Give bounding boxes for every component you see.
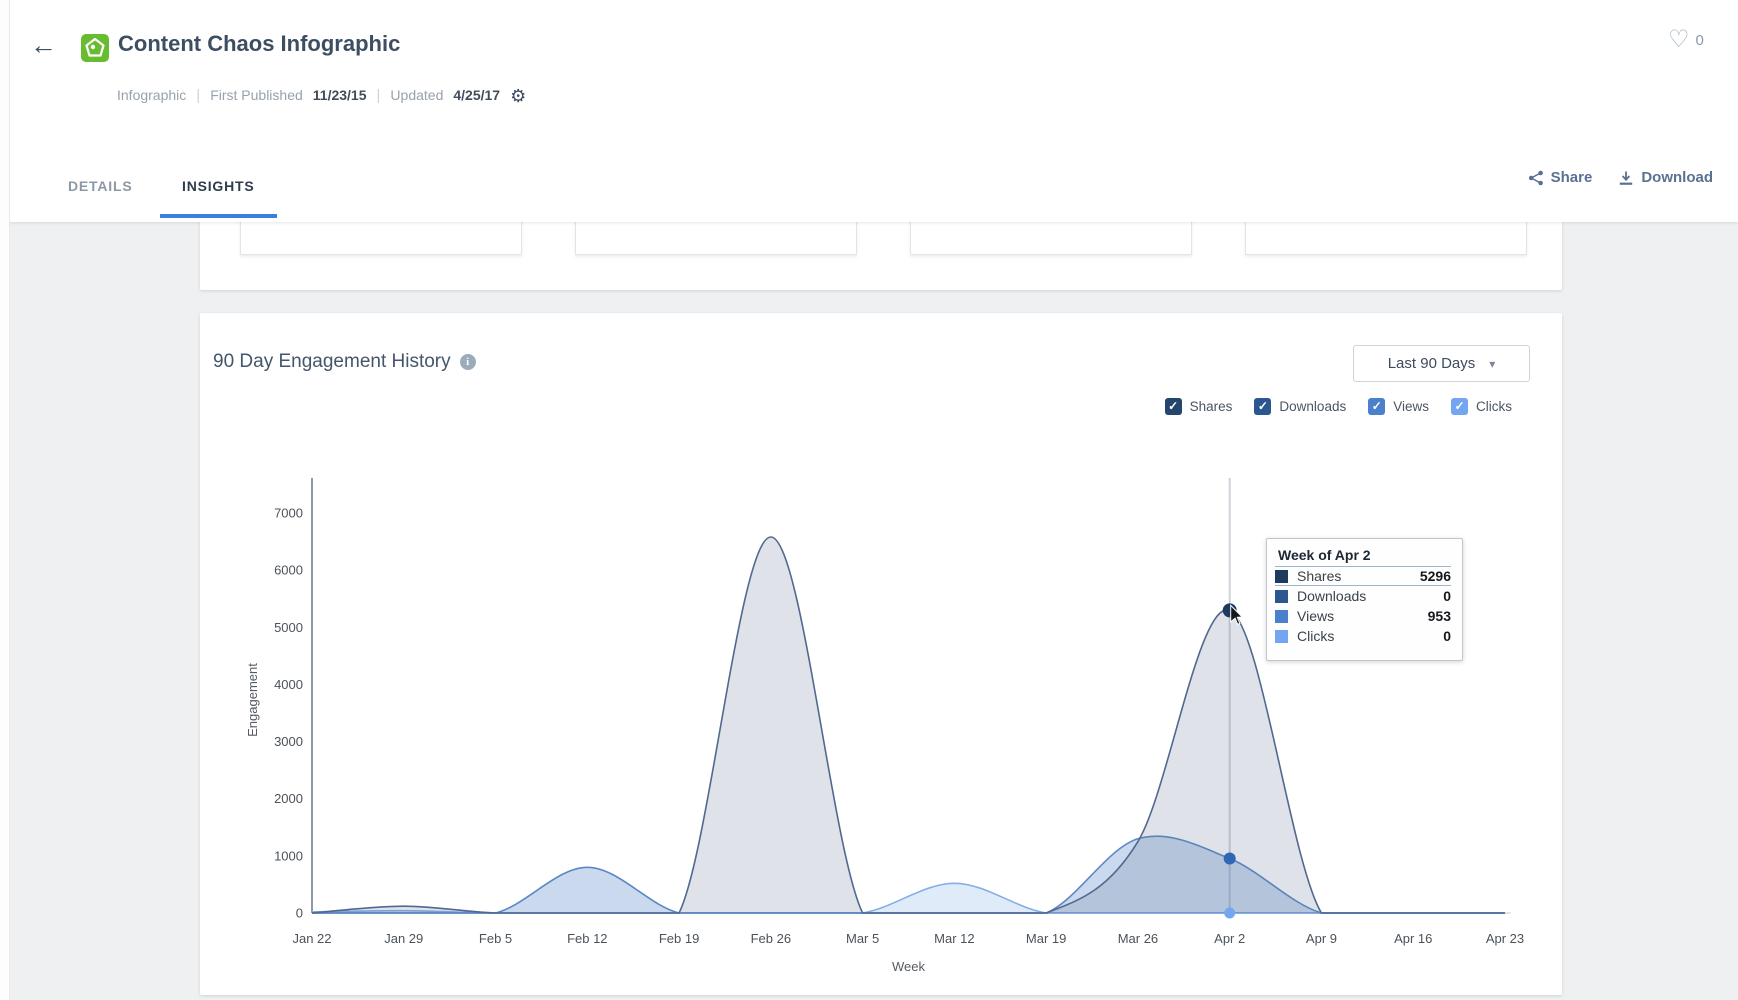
chevron-down-icon: ▾: [1489, 357, 1495, 371]
views-checkbox[interactable]: [1368, 398, 1385, 415]
back-button[interactable]: ←: [30, 30, 57, 61]
settings-gear-icon[interactable]: ⚙: [510, 87, 526, 105]
page-title: Content Chaos Infographic: [118, 31, 400, 57]
tab-insights[interactable]: INSIGHTS: [182, 178, 255, 194]
y-tick-label: 6000: [274, 563, 303, 578]
clicks-label: Clicks: [1476, 399, 1512, 414]
page-header: ← Content Chaos Infographic Infographic …: [0, 0, 1738, 222]
chart-title: 90 Day Engagement History: [213, 351, 451, 373]
y-axis-title: Engagement: [245, 663, 260, 737]
y-tick-label: 3000: [274, 734, 303, 749]
x-tick-label: Jan 22: [292, 931, 331, 946]
tooltip-label: Clicks: [1297, 628, 1434, 644]
y-tick-label: 4000: [274, 677, 303, 692]
tooltip-title: Week of Apr 2: [1278, 547, 1451, 563]
y-tick-label: 5000: [274, 620, 303, 635]
legend-item-downloads[interactable]: Downloads: [1254, 398, 1346, 415]
tooltip-label: Shares: [1297, 568, 1411, 584]
legend-item-shares[interactable]: Shares: [1165, 398, 1233, 415]
active-tab-underline: [160, 214, 277, 218]
x-tick-label: Mar 5: [846, 931, 879, 946]
shares-label: Shares: [1190, 399, 1233, 414]
shares-swatch: [1275, 570, 1288, 583]
y-tick-label: 0: [296, 906, 303, 921]
tooltip-value: 0: [1443, 588, 1451, 604]
download-label: Download: [1641, 169, 1713, 186]
updated-date: 4/25/17: [453, 87, 500, 103]
tooltip-row-clicks: Clicks 0: [1275, 626, 1451, 646]
asset-type-label: Infographic: [117, 87, 186, 103]
x-tick-label: Apr 23: [1486, 931, 1524, 946]
highlight-dot-shares: [1223, 603, 1237, 617]
heart-icon[interactable]: ♡: [1668, 28, 1690, 52]
views-swatch: [1275, 610, 1288, 623]
x-tick-label: Mar 19: [1026, 931, 1066, 946]
tooltip-row-views: Views 953: [1275, 606, 1451, 626]
x-tick-label: Apr 9: [1306, 931, 1337, 946]
y-tick-label: 7000: [274, 506, 303, 521]
x-tick-label: Mar 26: [1118, 931, 1158, 946]
share-button[interactable]: Share: [1528, 169, 1593, 186]
y-tick-label: 1000: [274, 848, 303, 863]
asset-meta: Infographic | First Published 11/23/15 |…: [117, 86, 526, 104]
info-icon[interactable]: i: [460, 354, 476, 370]
downloads-swatch: [1275, 590, 1288, 603]
highlight-dot-views: [1224, 853, 1236, 865]
tooltip-value: 0: [1443, 628, 1451, 644]
x-tick-label: Feb 19: [659, 931, 699, 946]
x-tick-label: Apr 16: [1394, 931, 1432, 946]
x-tick-label: Feb 5: [479, 931, 512, 946]
x-axis-title: Week: [892, 959, 925, 974]
tooltip-row-shares: Shares 5296: [1275, 566, 1451, 586]
clicks-checkbox[interactable]: [1451, 398, 1468, 415]
x-tick-label: Feb 12: [567, 931, 607, 946]
share-icon: [1528, 170, 1544, 186]
infographic-thumbnail-icon: [81, 34, 109, 62]
date-range-value: Last 90 Days: [1388, 355, 1476, 372]
first-published-date: 11/23/15: [313, 87, 367, 103]
first-published-label: First Published: [210, 87, 303, 103]
clicks-swatch: [1275, 630, 1288, 643]
window-edge: [0, 0, 10, 1000]
downloads-checkbox[interactable]: [1254, 398, 1271, 415]
like-count: 0: [1696, 32, 1704, 49]
y-tick-label: 2000: [274, 791, 303, 806]
tooltip-value: 953: [1428, 608, 1451, 624]
tooltip-label: Downloads: [1297, 588, 1434, 604]
series-area-clicks: [312, 883, 1505, 913]
series-line-clicks: [312, 883, 1505, 913]
header-actions: Share Download: [1528, 169, 1713, 186]
chart-tooltip: Week of Apr 2 Shares 5296 Downloads 0 Vi…: [1266, 538, 1463, 661]
series-legend: Shares Downloads Views Clicks: [1165, 398, 1512, 415]
x-tick-label: Apr 2: [1214, 931, 1245, 946]
tooltip-row-downloads: Downloads 0: [1275, 586, 1451, 606]
engagement-history-card: 90 Day Engagement History i Last 90 Days…: [200, 313, 1562, 995]
series-line-views: [312, 836, 1505, 913]
downloads-label: Downloads: [1279, 399, 1346, 414]
tooltip-label: Views: [1297, 608, 1419, 624]
updated-label: Updated: [390, 87, 443, 103]
series-area-views: [312, 836, 1505, 913]
download-button[interactable]: Download: [1618, 169, 1713, 186]
shares-checkbox[interactable]: [1165, 398, 1182, 415]
download-icon: [1618, 170, 1634, 186]
share-label: Share: [1551, 169, 1593, 186]
date-range-dropdown[interactable]: Last 90 Days ▾: [1353, 345, 1530, 382]
tooltip-value: 5296: [1420, 568, 1451, 584]
tab-details[interactable]: DETAILS: [68, 178, 132, 194]
legend-item-views[interactable]: Views: [1368, 398, 1429, 415]
meta-divider: |: [377, 87, 381, 104]
x-tick-label: Jan 29: [384, 931, 423, 946]
mouse-cursor: [1231, 605, 1243, 624]
highlight-dot-clicks: [1224, 908, 1235, 919]
likes: ♡ 0: [1668, 28, 1704, 52]
x-tick-label: Feb 26: [751, 931, 791, 946]
meta-divider: |: [196, 87, 200, 104]
legend-item-clicks[interactable]: Clicks: [1451, 398, 1512, 415]
x-tick-label: Mar 12: [934, 931, 974, 946]
views-label: Views: [1393, 399, 1429, 414]
